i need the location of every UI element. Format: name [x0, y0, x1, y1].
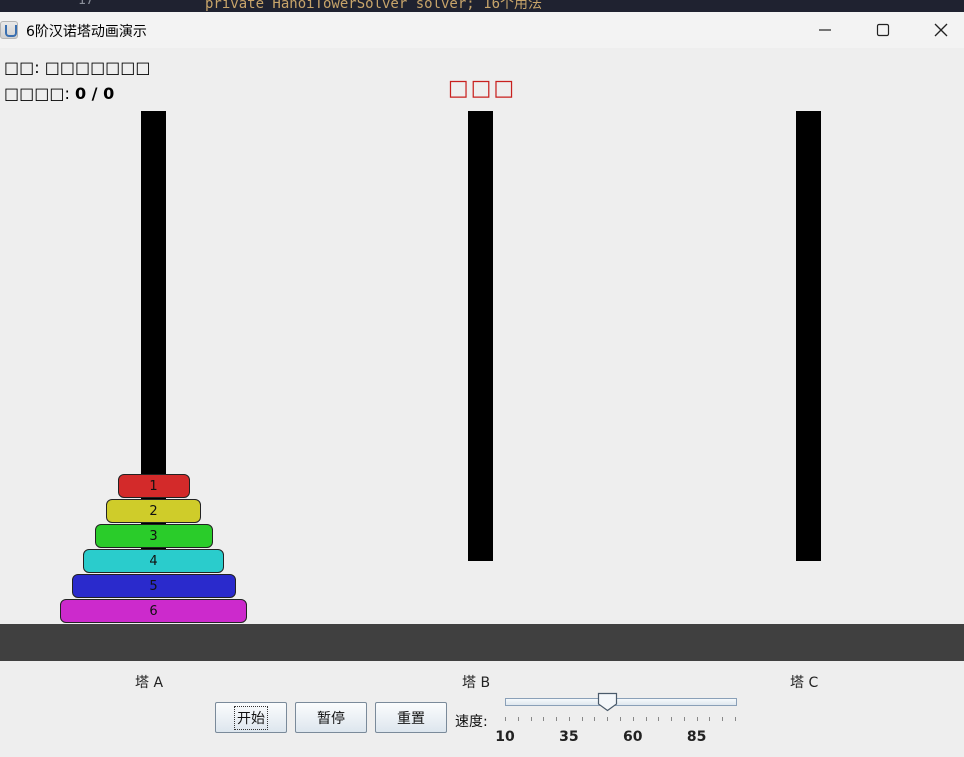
slider-tick — [594, 717, 595, 721]
slider-tick-label: 60 — [623, 729, 643, 745]
pause-button[interactable]: 暂停 — [295, 702, 367, 733]
background-line-number: 17 — [78, 0, 94, 8]
slider-tick — [671, 717, 672, 721]
center-message: □□□ — [447, 76, 517, 101]
ground-base — [0, 624, 964, 661]
slider-tick — [697, 717, 698, 721]
slider-tick — [607, 717, 608, 721]
hanoi-canvas: □□: □□□□□□□ □□□□: 0 / 0 □□□ 123456 塔 A 塔… — [0, 48, 964, 757]
slider-tick — [620, 717, 621, 721]
slider-tick — [633, 717, 634, 721]
disk-number: 1 — [149, 478, 158, 494]
peg-c — [796, 111, 821, 561]
pause-button-label: 暂停 — [317, 710, 345, 727]
tower-label-c: 塔 C — [790, 675, 819, 691]
close-button[interactable] — [912, 12, 964, 48]
slider-tick — [646, 717, 647, 721]
slider-tick — [722, 717, 723, 721]
speed-slider-track[interactable] — [505, 698, 737, 706]
slider-tick — [569, 717, 570, 721]
slider-tick-label: 10 — [495, 729, 515, 745]
disk-number: 5 — [149, 578, 158, 594]
window-title: 6阶汉诺塔动画演示 — [26, 24, 147, 40]
disk-number: 4 — [149, 553, 158, 569]
background-code-text: private HanoiTowerSolver solver; 16个用法 — [205, 0, 543, 12]
disk-number: 3 — [149, 528, 158, 544]
state-label: □□: □□□□□□□ — [4, 58, 151, 77]
slider-tick-label: 85 — [686, 729, 707, 745]
disk-3: 3 — [94, 524, 213, 548]
slider-tick — [684, 717, 685, 721]
background-editor-strip: 17 private HanoiTowerSolver solver; 16个用… — [0, 0, 964, 12]
speed-slider-thumb[interactable] — [597, 692, 618, 712]
peg-b — [468, 111, 493, 561]
tower-label-a: 塔 A — [135, 675, 164, 691]
slider-tick — [556, 717, 557, 721]
disk-6: 6 — [60, 599, 247, 623]
minimize-button[interactable] — [796, 12, 854, 48]
speed-label: 速度: — [455, 714, 488, 730]
disk-number: 2 — [149, 503, 158, 519]
slider-tick — [505, 717, 506, 721]
disk-4: 4 — [83, 549, 224, 573]
disk-1: 1 — [117, 474, 190, 498]
tower-label-b: 塔 B — [462, 675, 491, 691]
slider-tick — [518, 717, 519, 721]
title-bar[interactable]: 6阶汉诺塔动画演示 — [0, 12, 964, 48]
java-app-icon — [0, 21, 18, 39]
slider-tick-label: 35 — [559, 729, 579, 745]
reset-button[interactable]: 重置 — [375, 702, 447, 733]
maximize-icon — [876, 23, 890, 37]
slider-tick — [543, 717, 544, 721]
slider-tick — [531, 717, 532, 721]
slider-tick — [658, 717, 659, 721]
start-button[interactable]: 开始 — [215, 702, 287, 733]
minimize-icon — [819, 29, 831, 31]
disk-5: 5 — [71, 574, 236, 598]
slider-tick — [709, 717, 710, 721]
start-button-label: 开始 — [234, 705, 268, 730]
disk-2: 2 — [106, 499, 201, 523]
reset-button-label: 重置 — [397, 710, 425, 727]
disk-number: 6 — [149, 603, 158, 619]
maximize-button[interactable] — [854, 12, 912, 48]
app-window: 6阶汉诺塔动画演示 □□: □□□□□□□ □□□□: 0 / 0 □□□ 12… — [0, 12, 964, 757]
slider-tick — [582, 717, 583, 721]
close-icon — [934, 23, 948, 37]
slider-tick — [735, 717, 736, 721]
